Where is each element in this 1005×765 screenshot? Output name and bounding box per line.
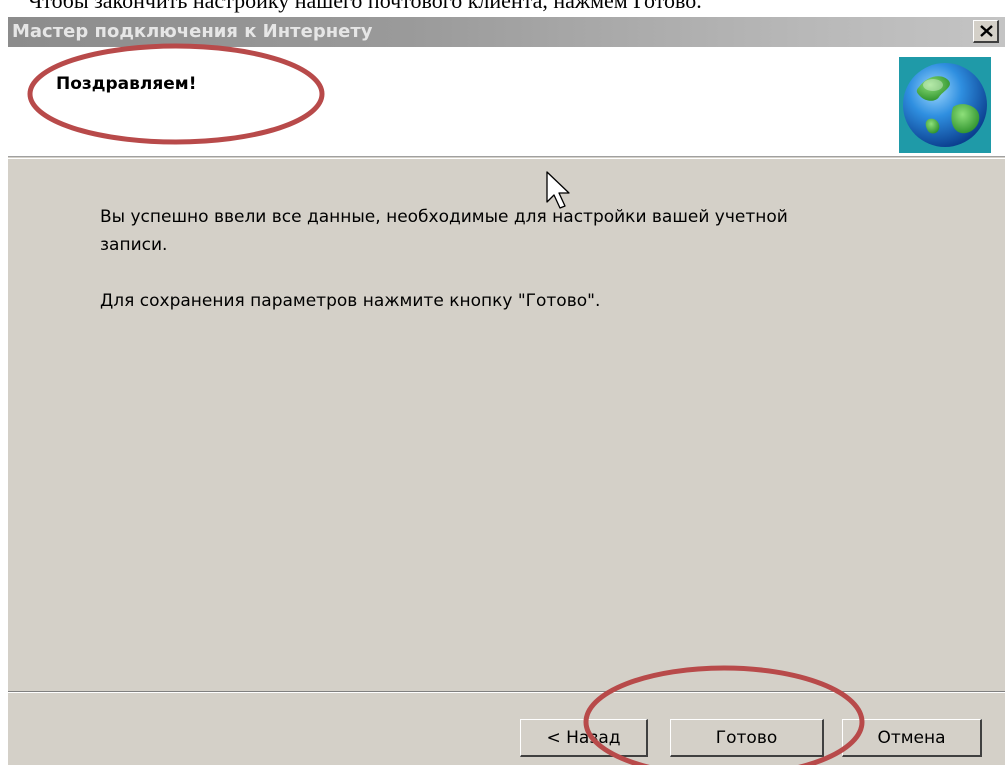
back-button[interactable]: < Назад [520, 719, 648, 757]
finish-button[interactable]: Готово [670, 719, 824, 757]
screenshot-stage: Чтобы закончить настройку нашего почтово… [0, 0, 1005, 765]
close-icon [980, 25, 993, 37]
document-caption: Чтобы закончить настройку нашего почтово… [28, 0, 702, 13]
footer-separator-highlight [8, 692, 1005, 693]
window-title: Мастер подключения к Интернету [12, 21, 373, 42]
globe-icon [899, 57, 991, 153]
page-title: Поздравляем! [56, 74, 197, 94]
success-message-continued: записи. [100, 235, 168, 255]
wizard-header [8, 47, 1005, 157]
close-button[interactable] [973, 20, 999, 43]
finish-button-label: Готово [715, 727, 778, 748]
cancel-button[interactable]: Отмена [842, 719, 982, 757]
save-instruction: Для сохранения параметров нажмите кнопку… [100, 291, 601, 311]
window-titlebar[interactable]: Мастер подключения к Интернету [8, 17, 1005, 47]
internet-connection-wizard-window: Мастер подключения к Интернету Поздравля… [6, 16, 1005, 765]
success-message: Вы успешно ввели все данные, необходимые… [100, 207, 788, 227]
header-separator [8, 158, 1005, 159]
